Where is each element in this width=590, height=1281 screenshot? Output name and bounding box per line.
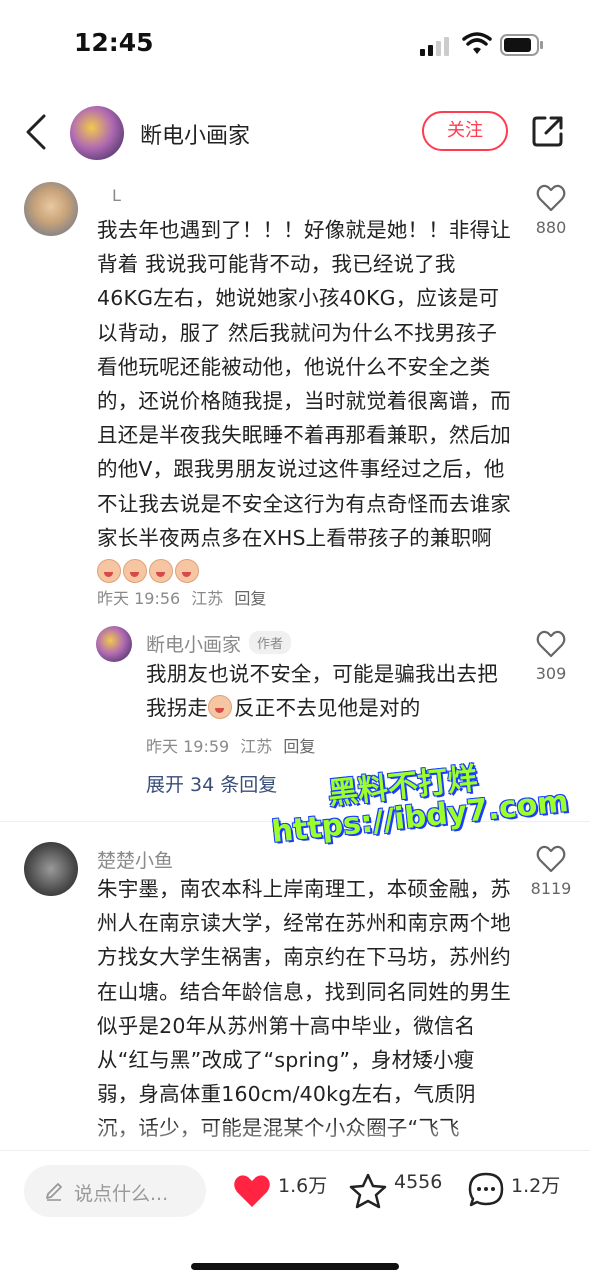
crying-emoji-icon (97, 559, 121, 584)
divider (0, 821, 590, 822)
comment-like[interactable]: 8119 (521, 845, 581, 898)
back-arrow-icon[interactable] (24, 112, 48, 152)
expand-replies-link[interactable]: 展开 34 条回复 (146, 770, 277, 797)
reply-text: 我朋友也说不安全，可能是骗我出去把我拐走 反正不去见他是对的 (146, 662, 498, 721)
commenter-name[interactable]: 楚楚小鱼 (97, 846, 173, 873)
reply-button[interactable]: 回复 (283, 737, 315, 756)
comments-count: 1.2万 (511, 1175, 561, 1197)
reply-meta: 昨天 19:59 江苏 回复 (146, 733, 321, 757)
crying-emoji-icon (149, 559, 173, 584)
heart-outline-icon[interactable] (536, 845, 566, 873)
heart-outline-icon[interactable] (536, 184, 566, 212)
follow-button[interactable]: 关注 (422, 111, 508, 151)
signal-icon (420, 37, 449, 56)
reply-avatar[interactable] (96, 626, 132, 662)
like-count: 309 (535, 664, 567, 683)
author-avatar[interactable] (70, 106, 124, 160)
reply-time: 昨天 19:59 (146, 737, 230, 756)
bottom-bar: 说点什么... 1.6万 4556 1.2万 (0, 1150, 590, 1281)
watermark-line2: https://ibdy7.com (270, 784, 571, 851)
commenter-avatar[interactable] (24, 842, 78, 896)
author-tag: 作者 (249, 631, 292, 654)
comment-text: 朱宇墨，南农本科上岸南理工，本硕金融，苏州人在南京读大学，经常在苏州和南京两个地… (97, 877, 511, 1140)
favorites-count: 4556 (394, 1171, 443, 1193)
comment-input[interactable]: 说点什么... (24, 1165, 206, 1217)
reply-author-name[interactable]: 断电小画家 作者 (146, 630, 292, 657)
watermark-line1: 黑料不打烊 (326, 761, 480, 812)
crying-emoji-icon (175, 559, 199, 584)
heart-filled-icon[interactable] (232, 1173, 272, 1209)
star-icon[interactable] (349, 1173, 387, 1209)
status-bar: 12:45 (0, 0, 590, 90)
like-count: 8119 (530, 879, 572, 898)
post-header: 断电小画家 关注 (0, 96, 590, 170)
heart-outline-icon[interactable] (536, 630, 566, 658)
comment-time: 昨天 19:56 (97, 589, 181, 608)
comment-location: 江苏 (191, 589, 224, 608)
battery-icon (500, 34, 543, 56)
comment-text: 我去年也遇到了！！！好像就是她！！非得让背着 我说我可能背不动，我已经说了我46… (97, 213, 511, 589)
wifi-icon (462, 32, 492, 54)
reply-location: 江苏 (240, 737, 273, 756)
watermark: 黑料不打烊 https://ibdy7.com (265, 737, 570, 877)
home-indicator (191, 1263, 399, 1270)
likes-count: 1.6万 (278, 1175, 328, 1197)
crying-emoji-icon (123, 559, 147, 584)
comment-meta: 昨天 19:56 江苏 回复 (97, 585, 272, 609)
comment-bubble-icon[interactable] (467, 1171, 505, 1209)
crying-emoji-icon (208, 695, 233, 720)
reply-like[interactable]: 309 (521, 630, 581, 683)
share-icon[interactable] (531, 114, 565, 148)
author-name[interactable]: 断电小画家 (140, 118, 250, 150)
commenter-name[interactable]: L (112, 186, 121, 205)
like-count: 880 (535, 218, 567, 237)
commenter-avatar[interactable] (24, 182, 78, 236)
comment-input-placeholder: 说点什么... (74, 1183, 169, 1205)
reply-button[interactable]: 回复 (234, 589, 266, 608)
pencil-icon (46, 1183, 62, 1201)
comment-like[interactable]: 880 (521, 184, 581, 237)
status-time: 12:45 (74, 28, 154, 57)
